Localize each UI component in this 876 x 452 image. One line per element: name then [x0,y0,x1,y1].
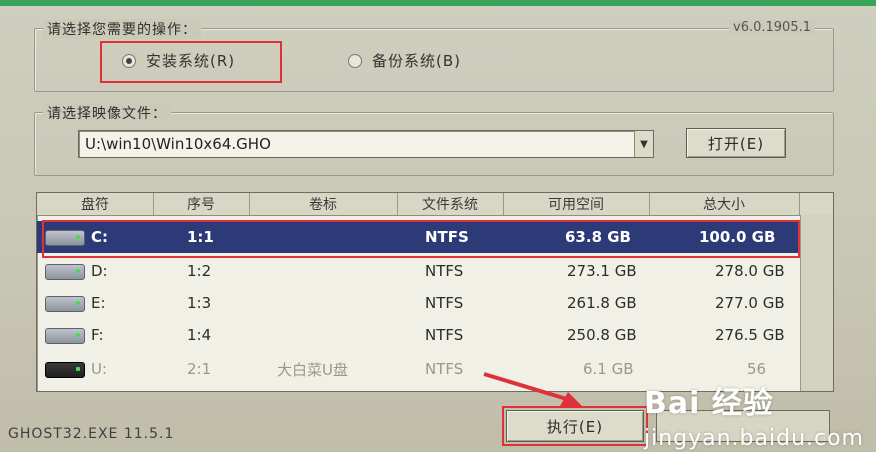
header-total-size[interactable]: 总大小 [649,193,800,215]
cell-drive: U: [91,360,108,378]
header-file-system[interactable]: 文件系统 [397,193,504,215]
header-index[interactable]: 序号 [153,193,250,215]
baidu-url-text: jingyan.baidu.com [643,426,864,451]
radio-unselected-icon [348,53,362,68]
cell-drive: F: [91,326,104,344]
image-path-combobox[interactable]: U:\win10\Win10x64.GHO ▼ [78,130,654,158]
cell-index: 2:1 [187,360,212,378]
cell-total-size: 277.0 GB [715,294,785,312]
cell-free-space: 6.1 GB [583,360,634,378]
hard-drive-icon [45,296,85,312]
cell-index: 1:4 [187,326,212,344]
image-path-value: U:\win10\Win10x64.GHO [85,135,271,153]
status-text: GHOST32.EXE 11.5.1 [8,426,175,442]
highlight-install-option [100,41,282,83]
cell-file-system: NTFS [425,262,464,280]
cell-volume-label: 大白菜U盘 [277,360,348,379]
header-drive[interactable]: 盘符 [37,193,154,215]
table-row-d[interactable]: D: 1:2 NTFS 273.1 GB 278.0 GB [37,255,833,287]
cell-file-system: NTFS [425,294,464,312]
cell-free-space: 273.1 GB [567,262,637,280]
cell-free-space: 261.8 GB [567,294,637,312]
hard-drive-icon [45,328,85,344]
table-header: 盘符 序号 卷标 文件系统 可用空间 总大小 [37,193,833,216]
cell-file-system: NTFS [425,326,464,344]
table-row-e[interactable]: E: 1:3 NTFS 261.8 GB 277.0 GB [37,287,833,319]
header-volume-label[interactable]: 卷标 [249,193,398,215]
radio-backup-label: 备份系统(B) [372,52,461,70]
highlight-selected-row [42,220,800,258]
radio-backup-system[interactable]: 备份系统(B) [348,50,461,71]
chevron-down-icon[interactable]: ▼ [634,131,653,157]
usb-drive-icon [45,362,85,378]
table-row-f[interactable]: F: 1:4 NTFS 250.8 GB 276.5 GB [37,319,833,351]
baidu-brand-text: Bai 经验 [643,386,774,421]
hard-drive-icon [45,264,85,280]
highlight-execute-button [502,406,648,446]
cell-free-space: 250.8 GB [567,326,637,344]
top-accent-bar [0,0,876,6]
cell-drive: E: [91,294,106,312]
open-button[interactable]: 打开(E) [686,128,786,158]
cell-total-size: 276.5 GB [715,326,785,344]
cell-total-size: 278.0 GB [715,262,785,280]
header-free-space[interactable]: 可用空间 [503,193,650,215]
operation-legend: 请选择您需要的操作： [43,19,201,39]
cell-index: 1:3 [187,294,212,312]
baidu-watermark: Bai 经验 jingyan.baidu.com [644,378,864,451]
version-label: v6.0.1905.1 [729,20,815,35]
cell-drive: D: [91,262,108,280]
scrollbar-vertical[interactable] [800,215,833,391]
image-file-legend: 请选择映像文件： [43,103,171,123]
cell-file-system: NTFS [425,360,464,378]
cell-index: 1:2 [187,262,212,280]
